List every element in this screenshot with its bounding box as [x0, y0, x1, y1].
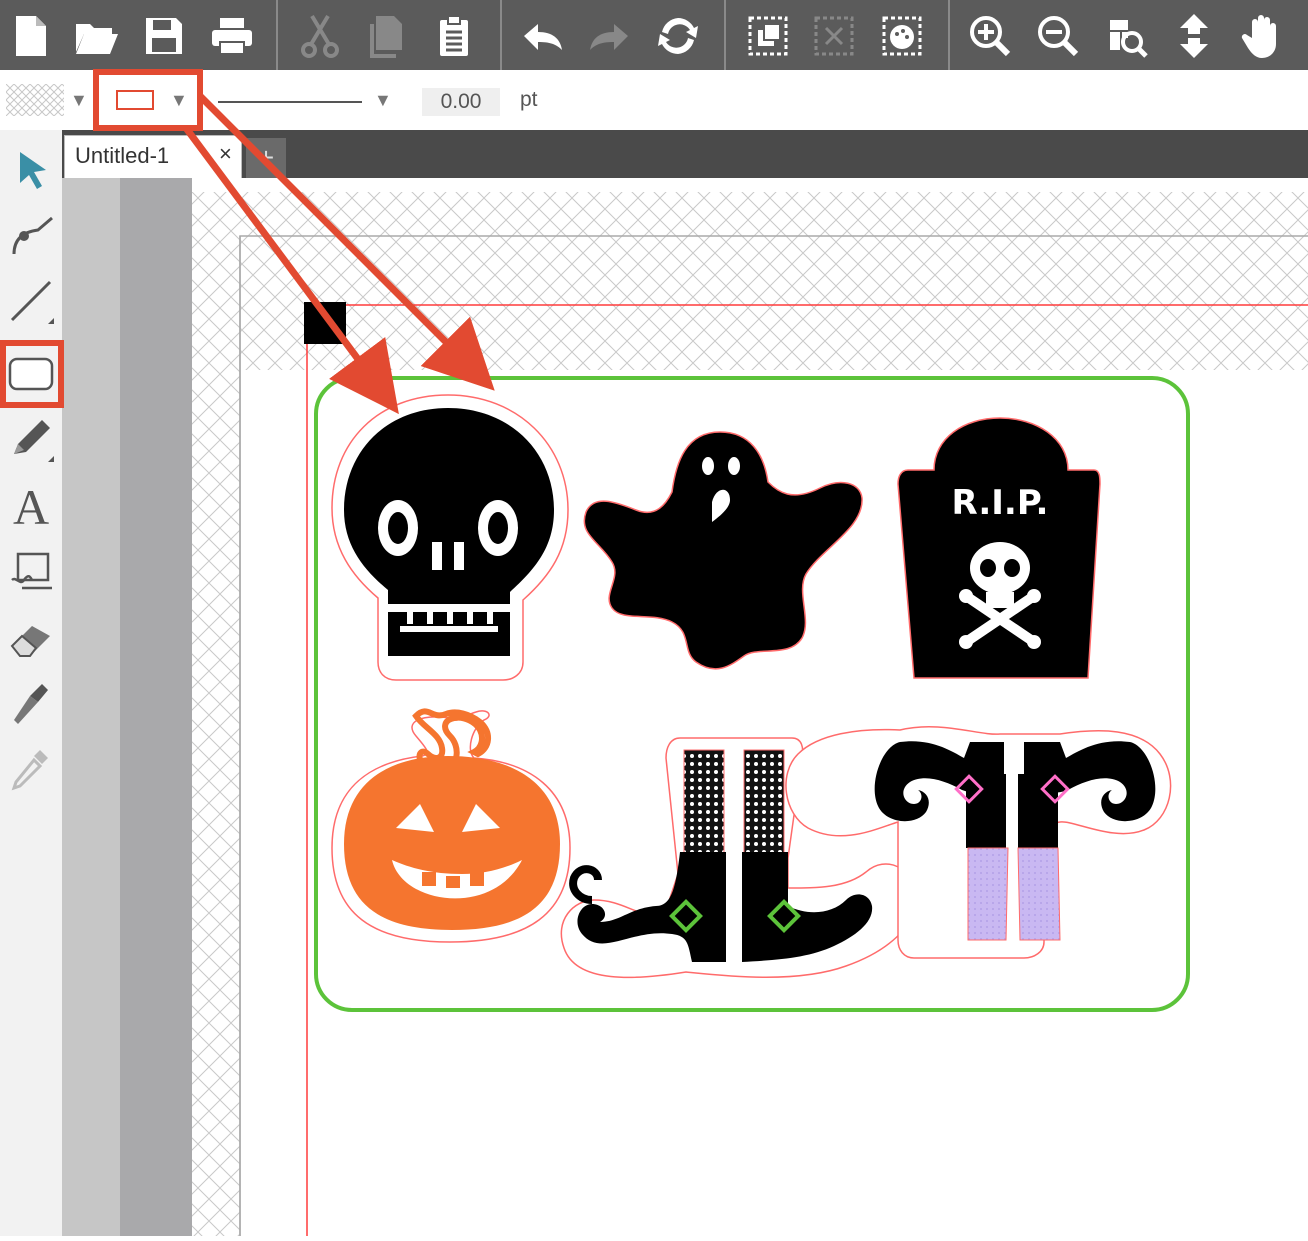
line-width-unit: pt [520, 88, 538, 111]
main-toolbar [0, 0, 1308, 70]
eraser-icon[interactable] [0, 604, 62, 670]
history-group [502, 0, 726, 70]
svg-text:A: A [13, 480, 49, 530]
redo-icon[interactable] [582, 8, 638, 64]
paste-icon[interactable] [426, 8, 482, 64]
line-style-preview[interactable] [218, 101, 362, 103]
pencil-icon[interactable] [0, 406, 62, 472]
text-tool-icon[interactable]: A [0, 472, 62, 538]
arrange-group [726, 0, 950, 70]
move-icon[interactable] [1166, 8, 1222, 64]
workspace-gutter [120, 178, 192, 1236]
print-icon[interactable] [204, 8, 260, 64]
document-tab[interactable]: Untitled-1 × [64, 135, 242, 179]
zoom-out-icon[interactable] [1030, 8, 1086, 64]
fill-pattern-swatch[interactable] [6, 84, 64, 116]
replicate-icon[interactable] [874, 8, 930, 64]
pan-hand-icon[interactable] [1234, 8, 1290, 64]
file-group [0, 0, 278, 70]
line-tool-icon[interactable] [0, 268, 62, 334]
tools-panel: A [0, 130, 63, 1236]
line-style-dropdown-icon[interactable]: ▼ [374, 90, 392, 111]
line-color-swatch[interactable] [116, 90, 154, 110]
cut-icon[interactable] [292, 8, 348, 64]
new-tab-button[interactable]: + [246, 138, 286, 178]
save-icon[interactable] [136, 8, 192, 64]
new-document-icon[interactable] [2, 8, 58, 64]
undo-icon[interactable] [514, 8, 570, 64]
fill-dropdown-icon[interactable]: ▼ [70, 90, 88, 111]
ungroup-icon[interactable] [806, 8, 862, 64]
zoom-fit-icon[interactable] [1098, 8, 1154, 64]
close-tab-icon[interactable]: × [219, 141, 232, 167]
document-tab-title: Untitled-1 [75, 143, 170, 168]
refresh-icon[interactable] [650, 8, 706, 64]
registration-mark [304, 302, 346, 344]
design-page[interactable]: R.I.P. [192, 178, 1308, 1236]
zoom-in-icon[interactable] [962, 8, 1018, 64]
knife-icon[interactable] [0, 670, 62, 736]
select-arrow-icon[interactable] [0, 136, 62, 202]
rectangle-tool-icon[interactable] [0, 338, 62, 410]
eyedropper-icon[interactable] [0, 736, 62, 802]
line-width-field[interactable]: 0.00 [422, 88, 500, 116]
open-folder-icon[interactable] [68, 8, 124, 64]
sketch-icon[interactable] [0, 538, 62, 604]
properties-bar: ▼ ▼ ▼ 0.00 pt [0, 70, 1308, 130]
copy-icon[interactable] [358, 8, 414, 64]
rip-text: R.I.P. [952, 483, 1049, 523]
line-color-dropdown-icon[interactable]: ▼ [170, 90, 188, 111]
edit-points-icon[interactable] [0, 202, 62, 268]
view-group [950, 0, 1308, 70]
workspace-margin [62, 178, 120, 1236]
group-icon[interactable] [740, 8, 796, 64]
edit-group [278, 0, 502, 70]
